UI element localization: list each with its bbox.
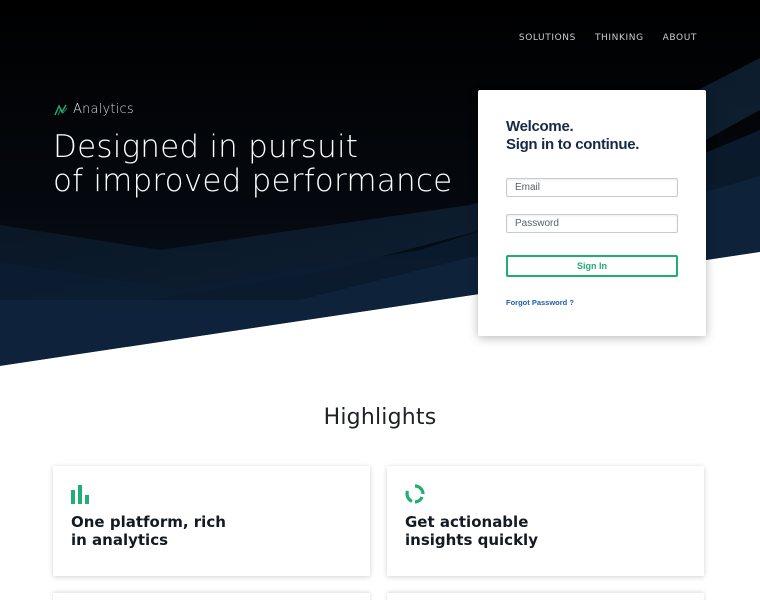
highlights-title: Highlights	[323, 405, 437, 430]
refresh-ring-icon	[405, 484, 686, 504]
hero-title-line-1: Designed in pursuit	[53, 129, 359, 165]
nav-solutions[interactable]: SOLUTIONS	[519, 33, 576, 43]
login-heading-line-2: Sign in to continue.	[506, 136, 640, 153]
password-field[interactable]	[506, 214, 678, 233]
feature-title-line-2: in analytics	[71, 531, 169, 549]
login-card: Welcome. Sign in to continue. Sign In Fo…	[478, 90, 706, 336]
feature-card-insights: Get actionable insights quickly	[387, 466, 704, 576]
brand-name: Analytics	[73, 102, 134, 117]
feature-title: Get actionable insights quickly	[405, 513, 686, 549]
login-heading: Welcome. Sign in to continue.	[506, 118, 678, 154]
top-nav: SOLUTIONS THINKING ABOUT	[519, 33, 697, 43]
hero-title-line-2: of improved performance	[53, 163, 453, 199]
nav-thinking[interactable]: THINKING	[595, 33, 644, 43]
feature-title-line-1: Get actionable	[405, 513, 529, 531]
email-field[interactable]	[506, 178, 678, 197]
brand[interactable]: Analytics	[54, 102, 134, 117]
chevron-wave-logo-icon	[54, 103, 68, 116]
login-heading-line-1: Welcome.	[506, 118, 574, 135]
feature-title-line-1: One platform, rich	[71, 513, 226, 531]
hero-title: Designed in pursuit of improved performa…	[53, 130, 463, 198]
forgot-password-link[interactable]: Forgot Password ?	[506, 298, 574, 307]
nav-about[interactable]: ABOUT	[663, 33, 697, 43]
feature-title: One platform, rich in analytics	[71, 513, 352, 549]
feature-card-peek	[387, 593, 704, 600]
sign-in-button[interactable]: Sign In	[506, 255, 678, 277]
feature-card-peek	[53, 593, 370, 600]
feature-title-line-2: insights quickly	[405, 531, 538, 549]
bar-chart-icon	[71, 484, 352, 504]
feature-card-platform: One platform, rich in analytics	[53, 466, 370, 576]
